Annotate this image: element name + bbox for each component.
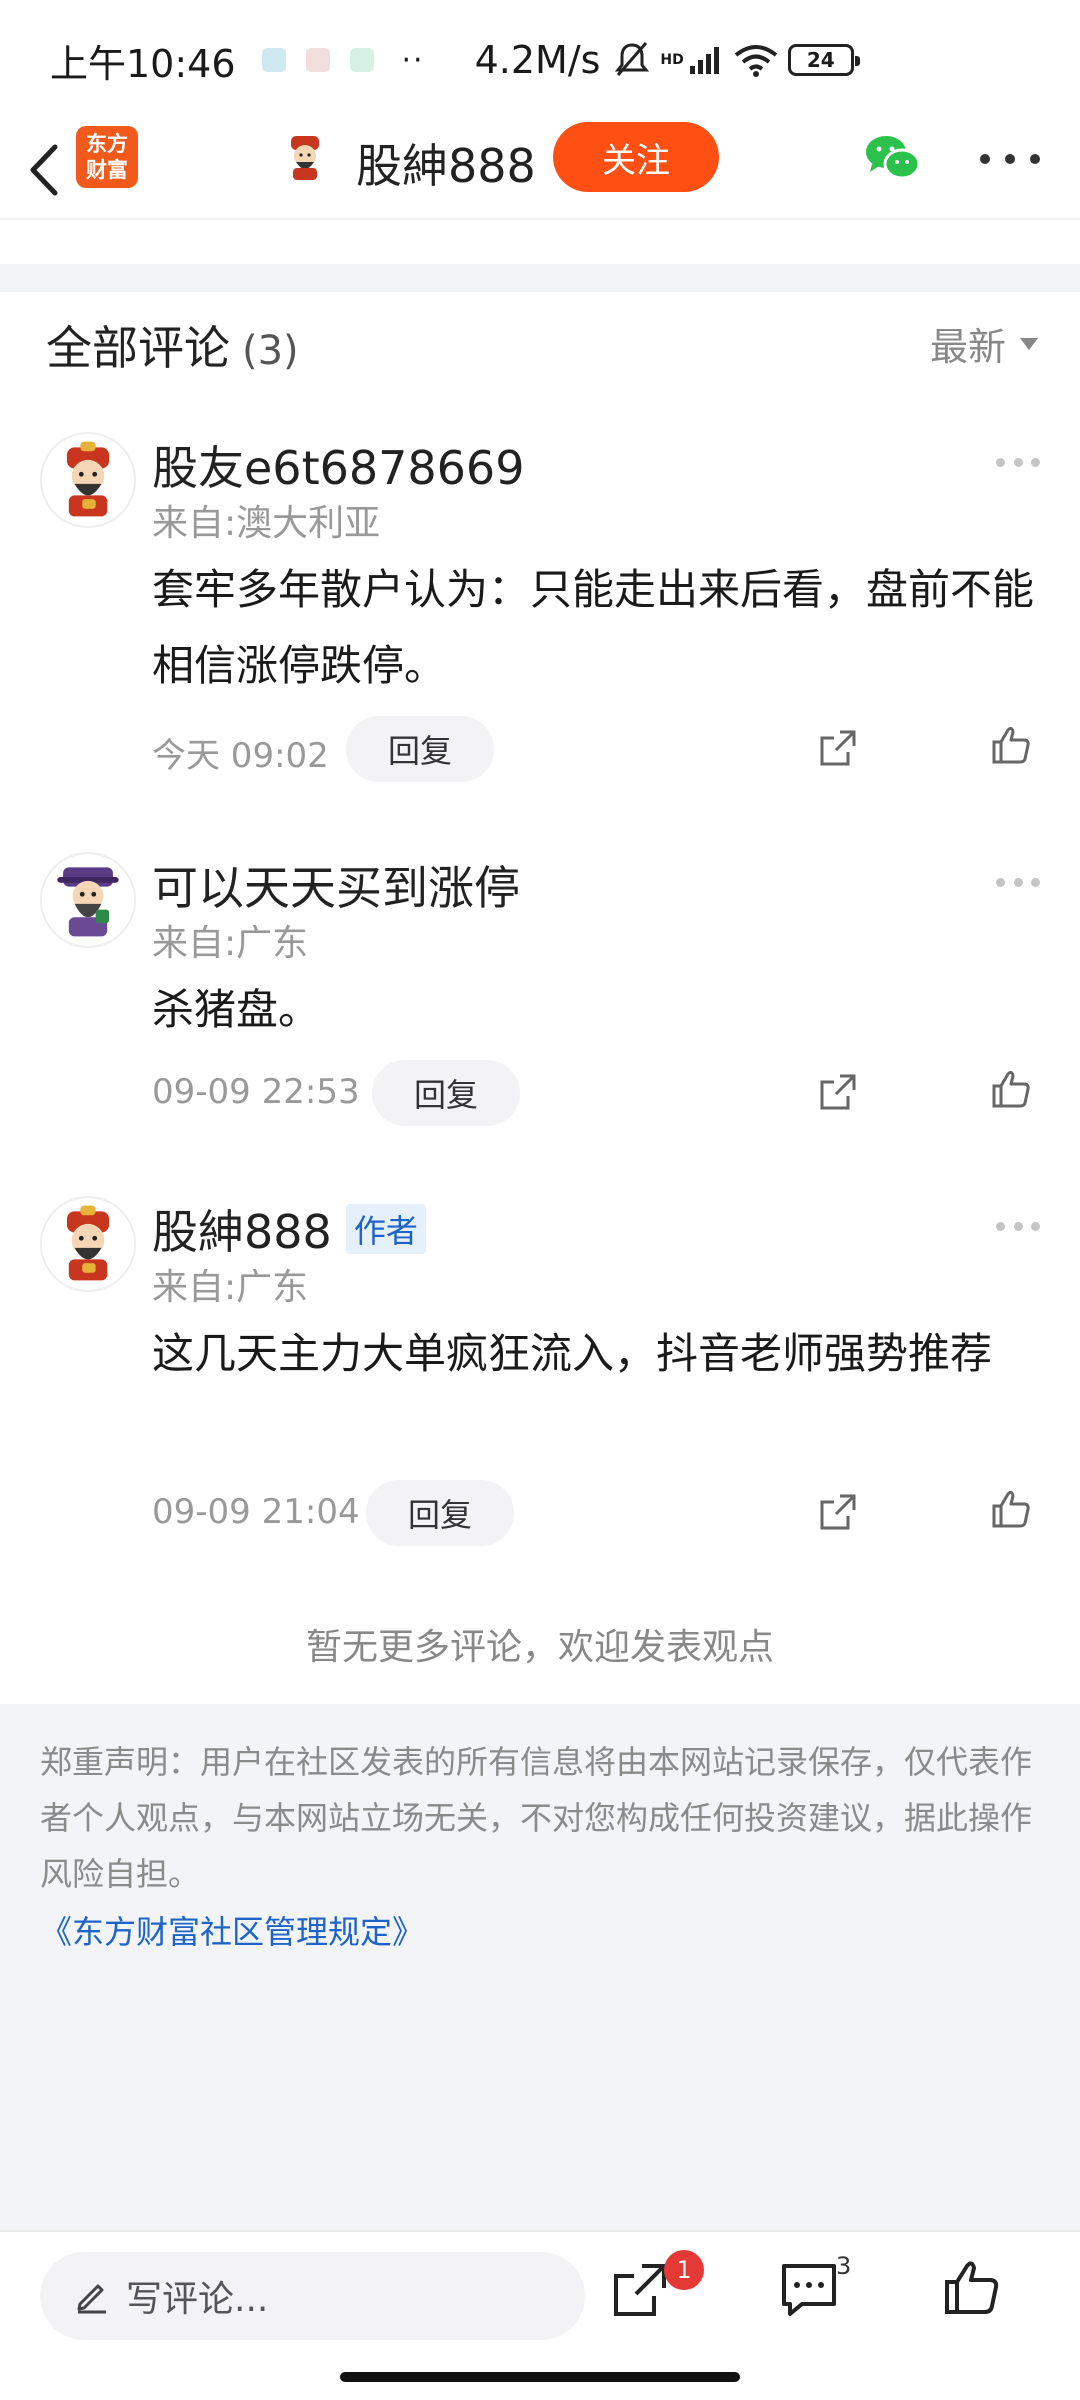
system-indicators: HD 24	[614, 41, 860, 79]
comment-more-icon[interactable]	[996, 878, 1040, 892]
community-rules-link[interactable]: 《东方财富社区管理规定》	[40, 1904, 1040, 1960]
comment-icon[interactable]	[780, 2262, 838, 2318]
app-logo[interactable]: 东方财富	[76, 126, 138, 188]
share-badge: 1	[664, 2250, 704, 2290]
comment-username[interactable]: 股紳888 作者	[152, 1196, 426, 1262]
signal-icon	[689, 47, 719, 74]
app-notification-icon	[305, 48, 330, 72]
chevron-left-icon	[30, 144, 58, 196]
reply-button[interactable]: 回复	[346, 716, 494, 782]
section-divider	[0, 264, 1080, 292]
user-avatar[interactable]	[40, 1196, 136, 1292]
follow-button[interactable]: 关注	[553, 122, 719, 192]
user-avatar[interactable]	[40, 432, 136, 528]
comment-username[interactable]: 股友e6t6878669	[152, 432, 524, 498]
comment-time: 09-09 21:04	[152, 1492, 360, 1532]
back-button[interactable]	[18, 140, 68, 200]
page-title: 股紳888	[356, 139, 536, 193]
comment-time: 09-09 22:53	[152, 1072, 360, 1112]
comment-text: 这几天主力大单疯狂流入，抖音老师强势推荐	[152, 1329, 993, 1378]
comment-input-placeholder: 写评论...	[126, 2279, 269, 2320]
comment-text: 杀猪盘。	[152, 985, 321, 1034]
comment-username[interactable]: 可以天天买到涨停	[152, 852, 520, 918]
more-notifications-indicator: ··	[401, 42, 425, 78]
share-icon[interactable]	[818, 1072, 858, 1112]
share-icon[interactable]	[612, 2262, 668, 2318]
like-icon[interactable]	[990, 724, 1032, 766]
comment-more-icon[interactable]	[996, 1222, 1040, 1236]
reply-button[interactable]: 回复	[372, 1060, 520, 1126]
write-comment-input[interactable]: 写评论...	[40, 2252, 585, 2340]
comments-title: 全部评论	[46, 321, 230, 375]
share-icon[interactable]	[818, 1492, 858, 1532]
bottom-action-bar: 写评论... 1 3	[0, 2230, 1080, 2400]
like-icon[interactable]	[990, 1488, 1032, 1530]
status-time: 上午10:46	[50, 41, 236, 86]
disclaimer-text: 郑重声明：用户在社区发表的所有信息将由本网站记录保存，仅代表作者个人观点，与本网…	[40, 1743, 1033, 1893]
comments-heading: 全部评论 (3)	[46, 312, 299, 378]
author-badge: 作者	[345, 1204, 426, 1254]
pencil-icon	[77, 2284, 106, 2314]
mute-icon	[615, 42, 650, 76]
home-indicator[interactable]	[340, 2372, 740, 2382]
more-options-icon[interactable]	[980, 134, 1040, 184]
comment-location: 来自:广东	[152, 1267, 309, 1308]
like-icon[interactable]	[990, 1068, 1032, 1110]
network-speed: 4.2M/s	[474, 38, 601, 82]
comment-time: 今天 09:02	[152, 736, 329, 776]
user-avatar[interactable]	[40, 852, 136, 948]
disclaimer-section: 郑重声明：用户在社区发表的所有信息将由本网站记录保存，仅代表作者个人观点，与本网…	[0, 1704, 1080, 2230]
wechat-share-icon[interactable]	[862, 130, 922, 186]
reply-button[interactable]: 回复	[366, 1480, 514, 1546]
comment-count: 3	[836, 2252, 852, 2280]
app-notification-icon	[349, 48, 374, 72]
like-icon[interactable]	[943, 2258, 1001, 2316]
notification-icons	[261, 48, 374, 72]
top-nav-bar: 东方财富 股紳888 关注	[0, 120, 1080, 220]
comment-location: 来自:广东	[152, 923, 309, 964]
comments-count: (3)	[242, 328, 299, 374]
comment-location: 来自:澳大利亚	[152, 503, 381, 544]
status-bar: 上午10:46 ·· 4.2M/s HD 24	[0, 0, 1080, 120]
author-avatar[interactable]	[278, 130, 332, 184]
battery-level: 24	[806, 48, 835, 72]
sort-dropdown[interactable]: 最新	[930, 316, 1038, 371]
no-more-comments-text: 暂无更多评论，欢迎发表观点	[305, 1627, 774, 1668]
hd-label: HD	[660, 52, 684, 68]
sort-label: 最新	[929, 325, 1006, 369]
comment-text: 套牢多年散户认为：只能走出来后看，盘前不能相信涨停跌停。	[152, 565, 1035, 690]
caret-down-icon	[1020, 337, 1038, 350]
battery-icon: 24	[787, 44, 860, 76]
wifi-icon	[734, 45, 778, 77]
share-icon[interactable]	[818, 728, 858, 768]
app-notification-icon	[261, 48, 286, 72]
comment-more-icon[interactable]	[996, 458, 1040, 472]
app-logo-text: 东方财富	[86, 132, 128, 182]
